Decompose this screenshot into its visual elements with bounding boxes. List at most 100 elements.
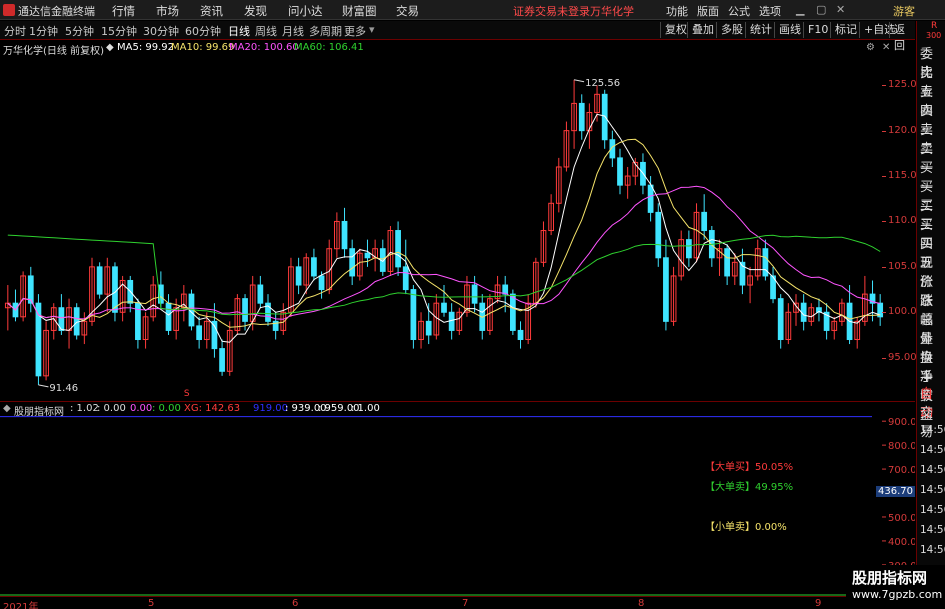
price-tick-mark [882,130,886,132]
indicator-tick-label: 900.00 [888,417,915,428]
menu-ask[interactable]: 问小达 [288,3,323,19]
f10-button[interactable]: F10 [803,22,832,38]
guest-button[interactable]: 游客 [893,3,915,19]
high-pointer [573,79,585,83]
chevron-down-icon[interactable]: ▾ [369,23,375,36]
period-5min[interactable]: 5分钟 [65,23,94,39]
mark-button[interactable]: 标记 [830,22,861,38]
close-icon[interactable]: ✕ [836,3,845,16]
period-60min[interactable]: 60分钟 [185,23,221,39]
ma-toggle-icon[interactable]: ◆ [106,42,114,53]
x-tick-label: 9 [815,598,822,609]
x-tick-label: 8 [638,598,645,609]
minimize-icon[interactable]: ▁ [796,3,804,16]
stats-button[interactable]: 统计 [745,22,776,38]
price-tick-mark [882,312,886,314]
candle-body [517,329,524,341]
trade-time: 14:56 [920,484,945,496]
menu-formula[interactable]: 公式 [728,3,750,19]
period-multi[interactable]: 多周期 [309,23,342,39]
indicator-tick-label: 800.00 [888,441,915,452]
candle-body [318,275,325,291]
ma5-label: MA5: 99.92 [117,42,175,53]
menu-market[interactable]: 市场 [156,3,179,19]
cursor-value: 436.70 [876,486,915,497]
indicator-tick-label: 700.00 [888,465,915,476]
candle-body [663,257,669,322]
candle-body [395,230,401,268]
indicator-toggle-icon[interactable]: ◆ [3,403,11,414]
big-sell-label: 【大单卖】49.95% [705,482,794,493]
period-1min[interactable]: 1分钟 [29,23,58,39]
candle-body [448,311,455,331]
low-pointer [38,384,49,388]
candle-body [402,266,409,291]
candle-body [341,220,348,250]
candle-body [219,348,225,372]
big-buy-label: 【大单买】50.05% [705,462,794,473]
pane-close-icon[interactable]: ✕ [882,42,890,53]
x-tick-label: 6 [292,598,299,609]
menu-discover[interactable]: 发现 [244,3,267,19]
candle-body [349,248,356,277]
trade-time: 14:56 [920,464,945,476]
price-tick-mark [882,85,886,87]
candle-body [601,93,608,141]
period-more[interactable]: 更多 [344,23,366,39]
candle-body [655,211,662,259]
draw-button[interactable]: 画线 [774,22,805,38]
ma20-label: MA20: 100.60 [229,42,299,53]
indicator-tick-label: 400.00 [888,537,915,548]
candle-body [724,248,731,277]
indicator-v2: : 0.00 [97,403,126,414]
menu-quotes[interactable]: 行情 [112,3,135,19]
settings-icon[interactable]: ⚙ [866,42,875,53]
ma60-label: MA60: 106.41 [294,42,364,53]
price-tick-mark [882,221,886,223]
high-label: 125.56 [585,78,620,89]
period-intraday[interactable]: 分时 [4,23,26,39]
indicator-v5: 919.00 [253,403,288,414]
candle-body [410,289,417,341]
menu-news[interactable]: 资讯 [200,3,223,19]
price-tick-mark [882,266,886,268]
candle-body [509,293,516,331]
period-monthly[interactable]: 月线 [282,23,304,39]
panel-r-label: R [931,21,938,31]
indicator-chart[interactable]: 900.00800.00700.00600.00500.00400.00300.… [0,414,915,596]
panel-trade[interactable]: 交易 [920,404,945,442]
period-30min[interactable]: 30分钟 [143,23,179,39]
period-daily[interactable]: 日线 [228,23,250,39]
menu-function[interactable]: 功能 [666,3,688,19]
app-title: 通达信金融终端 [18,5,95,18]
candlestick-chart[interactable]: 125.56 91.46 S [0,54,915,399]
candle-body [777,298,784,341]
menu-trade[interactable]: 交易 [396,3,419,19]
candle-body [617,157,623,186]
trade-time: 14:56 [920,444,945,456]
login-status[interactable]: 证券交易未登录 [513,3,590,19]
menu-options[interactable]: 选项 [759,3,781,19]
period-15min[interactable]: 15分钟 [101,23,137,39]
back-button[interactable]: 返回 [889,22,915,52]
menu-layout[interactable]: 版面 [697,3,719,19]
trade-time: 14:56 [920,424,945,436]
period-weekly[interactable]: 周线 [255,23,277,39]
indicator-v1: : 1.02 [70,403,99,414]
trade-time: 14:56 [920,524,945,536]
quote-panel: R 300 委比 卖五 卖四 卖三 卖二 卖一 买一 买二 买三 买四 买五 现价 涨跌 涨幅 总量 外盘 换手… [916,21,945,581]
candle-body [112,266,118,313]
date-axis: 2021年 5 6 7 8 9 [0,596,915,609]
stock-name: 万华化学 [590,5,634,18]
maximize-icon[interactable]: ▢ [816,3,826,16]
small-sell-label: 【小单卖】0.00% [705,522,787,533]
price-tick-mark [882,357,886,359]
candle-body [578,102,585,132]
trade-time: 14:56 [920,544,945,556]
overlay-button[interactable]: 叠加 [687,22,718,38]
indicator-tick-label: 500.00 [888,513,915,524]
candle-body [701,211,708,232]
multi-stock-button[interactable]: 多股 [716,22,747,38]
menu-wealth[interactable]: 财富圈 [342,3,377,19]
trade-time: 14:56 [920,504,945,516]
